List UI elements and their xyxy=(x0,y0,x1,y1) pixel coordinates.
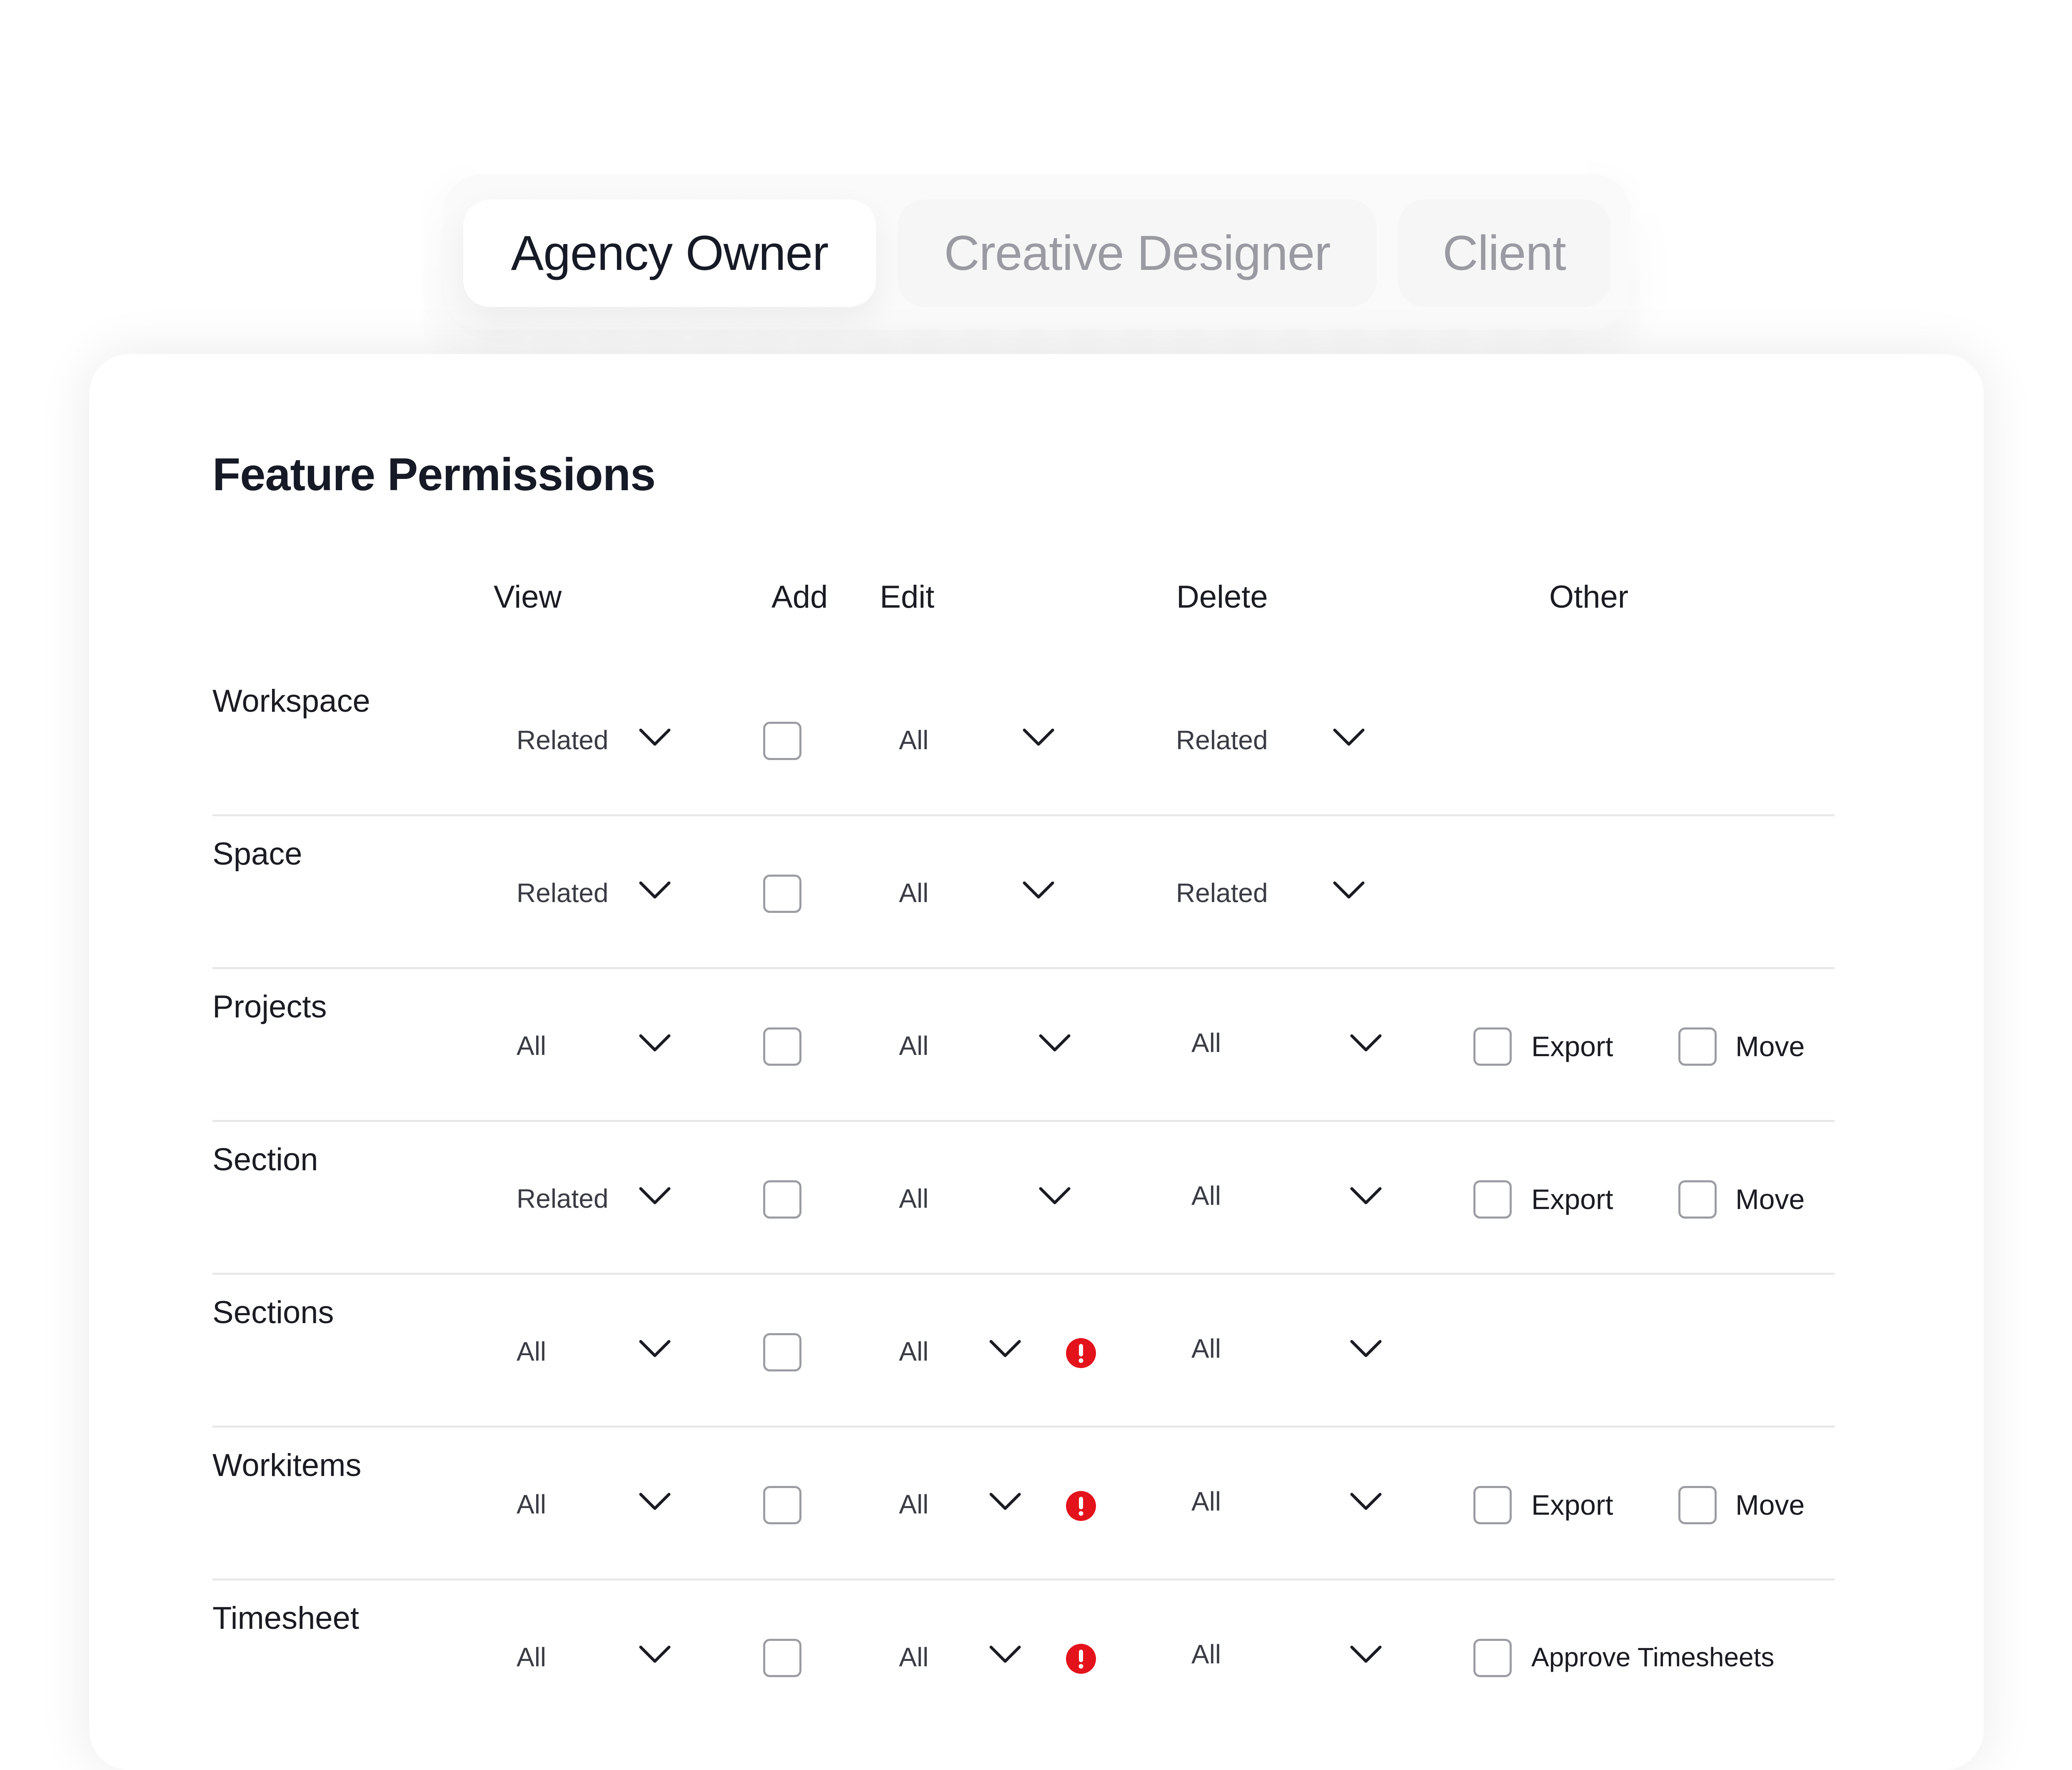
alert-circle-icon xyxy=(1066,1491,1096,1521)
row-label: Section xyxy=(212,1142,318,1177)
row-label: Projects xyxy=(212,989,327,1025)
move-checkbox[interactable] xyxy=(1678,1486,1717,1524)
edit-select-value[interactable]: All xyxy=(899,1336,929,1367)
export-label: Export xyxy=(1531,1031,1613,1062)
export-checkbox[interactable] xyxy=(1473,1180,1512,1219)
add-checkbox[interactable] xyxy=(763,875,801,913)
table-row: Timesheet All All All Approve Timesheets xyxy=(212,1579,1835,1731)
alert-circle-icon xyxy=(1066,1644,1096,1674)
move-checkbox[interactable] xyxy=(1678,1180,1717,1219)
edit-select-value[interactable]: All xyxy=(899,1183,929,1214)
export-label: Export xyxy=(1531,1184,1613,1215)
table-row: Sections All All All xyxy=(212,1274,1835,1428)
tab-creative-designer[interactable]: Creative Designer xyxy=(898,199,1377,307)
row-label: Sections xyxy=(212,1295,334,1330)
view-select-value[interactable]: All xyxy=(517,1336,546,1367)
table-row: Workspace Related All Related xyxy=(212,662,1835,816)
chevron-down-icon[interactable] xyxy=(1022,726,1055,749)
edit-select-value[interactable]: All xyxy=(899,1030,929,1061)
other-option-label: Approve Timesheets xyxy=(1531,1642,1775,1672)
add-checkbox[interactable] xyxy=(763,1180,801,1219)
move-label: Move xyxy=(1735,1489,1805,1521)
view-select-value[interactable]: All xyxy=(517,1642,546,1673)
chevron-down-icon[interactable] xyxy=(989,1337,1022,1361)
column-header-edit: Edit xyxy=(880,579,934,615)
chevron-down-icon[interactable] xyxy=(638,1643,672,1666)
row-label: Workspace xyxy=(212,683,370,719)
chevron-down-icon[interactable] xyxy=(638,1490,672,1513)
table-row: Workitems All All All Export Move xyxy=(212,1426,1835,1581)
other-checkbox[interactable] xyxy=(1473,1639,1512,1677)
chevron-down-icon[interactable] xyxy=(1038,1184,1071,1208)
column-header-other: Other xyxy=(1549,579,1629,615)
move-label: Move xyxy=(1735,1031,1805,1062)
add-checkbox[interactable] xyxy=(763,722,801,760)
chevron-down-icon[interactable] xyxy=(1349,1337,1383,1361)
add-checkbox[interactable] xyxy=(763,1639,801,1677)
export-label: Export xyxy=(1531,1489,1613,1521)
move-label: Move xyxy=(1735,1184,1805,1215)
edit-select-value[interactable]: All xyxy=(899,878,929,908)
chevron-down-icon[interactable] xyxy=(1332,879,1366,902)
delete-select-value[interactable]: All xyxy=(1191,1639,1221,1670)
view-select-value[interactable]: Related xyxy=(517,1183,609,1214)
chevron-down-icon[interactable] xyxy=(1349,1643,1383,1666)
alert-circle-icon xyxy=(1066,1338,1096,1368)
view-select-value[interactable]: Related xyxy=(517,878,609,908)
move-checkbox[interactable] xyxy=(1678,1027,1717,1066)
delete-select-value[interactable]: Related xyxy=(1176,725,1268,755)
add-checkbox[interactable] xyxy=(763,1486,801,1524)
delete-select-value[interactable]: All xyxy=(1191,1027,1221,1058)
column-header-add: Add xyxy=(771,579,828,615)
add-checkbox[interactable] xyxy=(763,1027,801,1066)
edit-select-value[interactable]: All xyxy=(899,725,929,755)
chevron-down-icon[interactable] xyxy=(1349,1490,1383,1513)
chevron-down-icon[interactable] xyxy=(989,1643,1022,1666)
delete-select-value[interactable]: All xyxy=(1191,1486,1221,1517)
chevron-down-icon[interactable] xyxy=(638,879,672,902)
chevron-down-icon[interactable] xyxy=(1038,1032,1071,1055)
tab-agency-owner[interactable]: Agency Owner xyxy=(463,199,876,307)
view-select-value[interactable]: All xyxy=(517,1030,546,1061)
column-header-view: View xyxy=(494,579,562,615)
column-header-delete: Delete xyxy=(1176,579,1268,615)
chevron-down-icon[interactable] xyxy=(1349,1184,1383,1208)
view-select-value[interactable]: Related xyxy=(517,725,609,755)
chevron-down-icon[interactable] xyxy=(1022,879,1055,902)
row-label: Workitems xyxy=(212,1448,362,1483)
view-select-value[interactable]: All xyxy=(517,1489,546,1520)
edit-select-value[interactable]: All xyxy=(899,1489,929,1520)
section-title: Feature Permissions xyxy=(212,449,656,500)
table-row: Projects All All All Export Move xyxy=(212,968,1835,1122)
chevron-down-icon[interactable] xyxy=(638,1032,672,1055)
table-row: Section Related All All Export Move xyxy=(212,1121,1835,1275)
chevron-down-icon[interactable] xyxy=(1349,1032,1383,1055)
chevron-down-icon[interactable] xyxy=(638,1337,672,1361)
delete-select-value[interactable]: All xyxy=(1191,1333,1221,1364)
row-label: Space xyxy=(212,836,302,872)
export-checkbox[interactable] xyxy=(1473,1486,1512,1524)
chevron-down-icon[interactable] xyxy=(638,726,672,749)
chevron-down-icon[interactable] xyxy=(638,1184,672,1208)
row-label: Timesheet xyxy=(212,1600,359,1636)
delete-select-value[interactable]: All xyxy=(1191,1180,1221,1211)
export-checkbox[interactable] xyxy=(1473,1027,1512,1066)
tab-client[interactable]: Client xyxy=(1398,199,1610,307)
add-checkbox[interactable] xyxy=(763,1333,801,1371)
table-row: Space Related All Related xyxy=(212,815,1835,969)
delete-select-value[interactable]: Related xyxy=(1176,878,1268,908)
edit-select-value[interactable]: All xyxy=(899,1642,929,1673)
chevron-down-icon[interactable] xyxy=(1332,726,1366,749)
chevron-down-icon[interactable] xyxy=(989,1490,1022,1513)
